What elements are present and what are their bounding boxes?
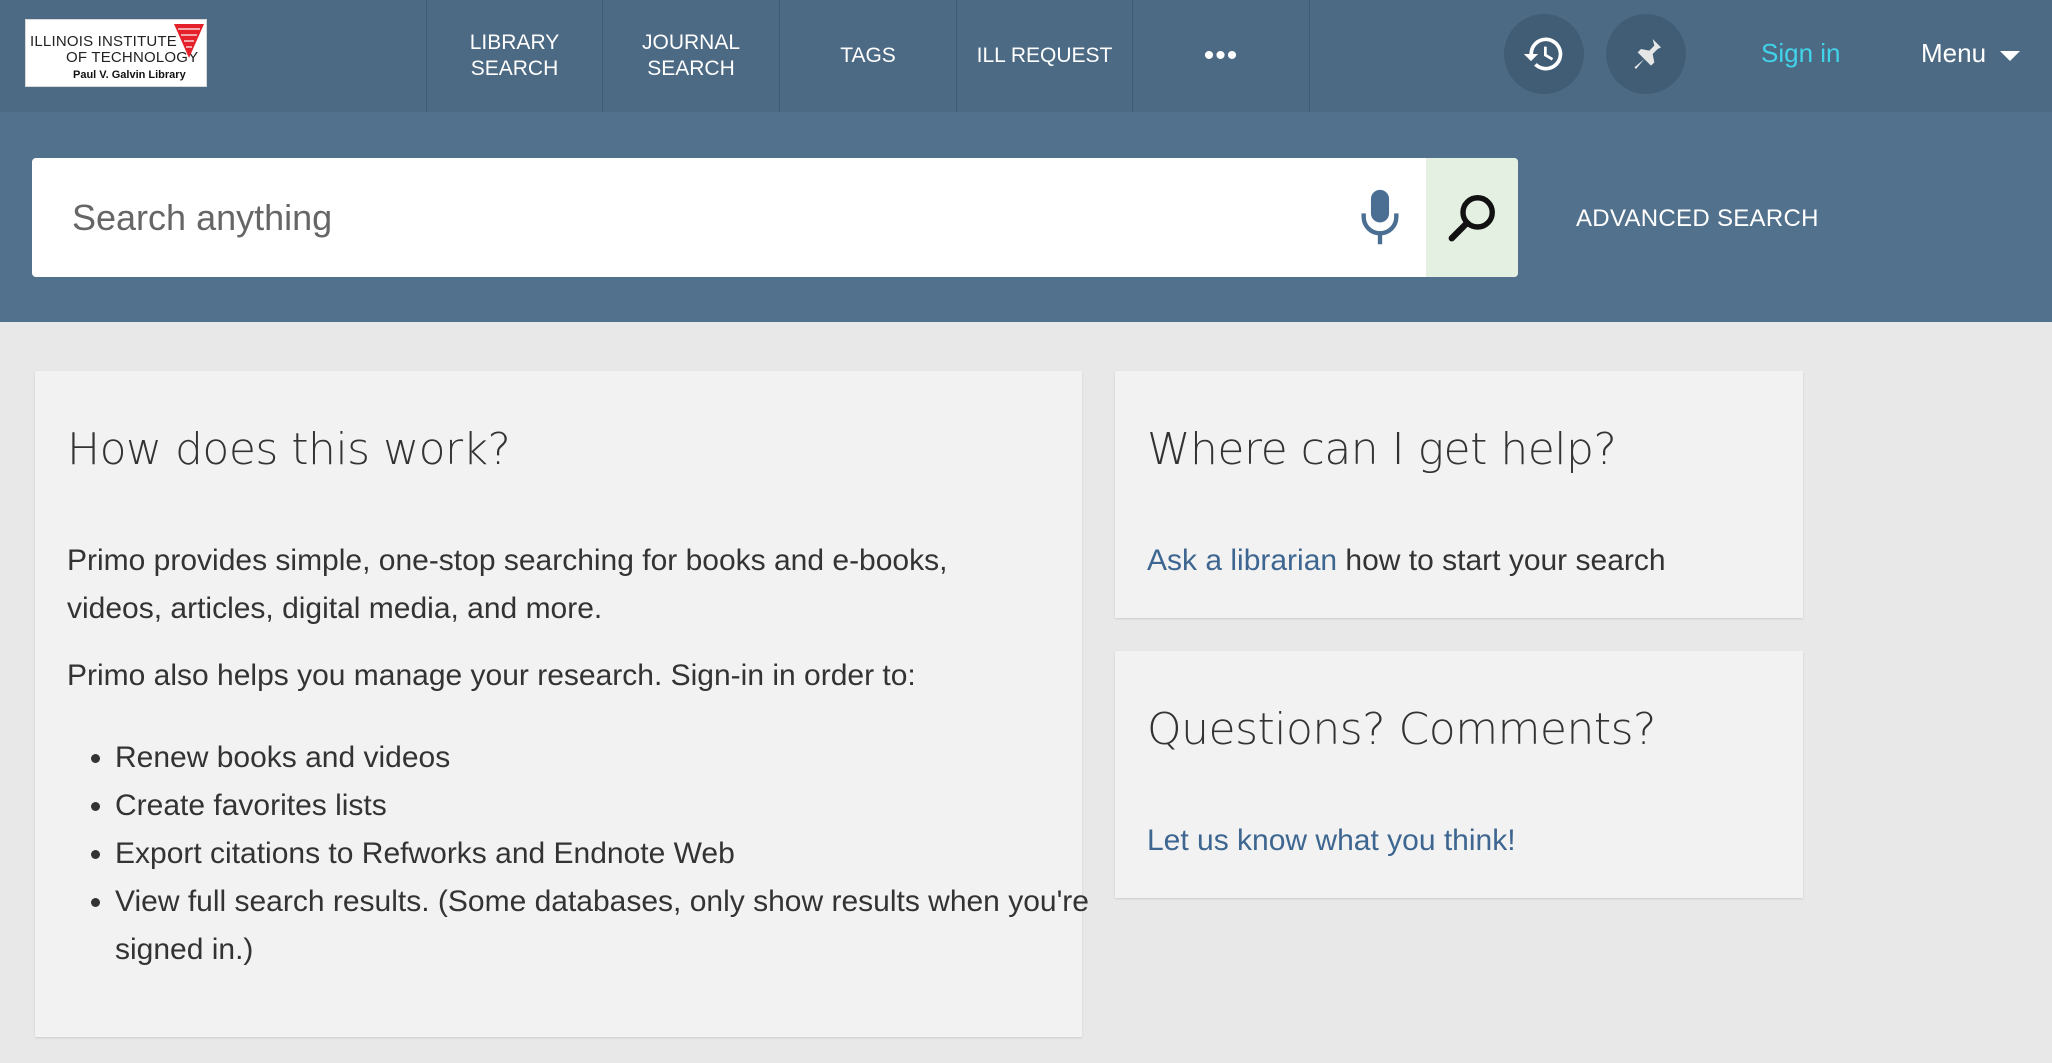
help-text-rest: how to start your search (1337, 544, 1666, 577)
nav-tags-label: TAGS (840, 44, 896, 67)
feedback-link[interactable]: Let us know what you think! (1147, 824, 1516, 857)
menu-button[interactable]: Menu (1921, 38, 2021, 69)
help-text: Ask a librarian how to start your search (1147, 537, 1787, 585)
library-logo[interactable]: ILLINOIS INSTITUTE OF TECHNOLOGY Paul V.… (25, 19, 207, 87)
list-item: Create favorites lists (115, 782, 1125, 830)
ask-librarian-link[interactable]: Ask a librarian (1147, 544, 1337, 577)
nav-ill-request[interactable]: ILL REQUEST (956, 0, 1132, 112)
how-it-works-title: How does this work? (67, 424, 511, 475)
nav-library-search-label: LIBRARY SEARCH (469, 31, 560, 80)
advanced-search-link[interactable]: ADVANCED SEARCH (1576, 205, 1819, 233)
how-it-works-card: How does this work? Primo provides simpl… (35, 371, 1089, 1037)
nav-library-search[interactable]: LIBRARY SEARCH (426, 0, 602, 112)
nav-journal-search[interactable]: JOURNAL SEARCH (602, 0, 779, 112)
nav-divider (1309, 0, 1310, 112)
top-bar: ILLINOIS INSTITUTE OF TECHNOLOGY Paul V.… (0, 0, 2052, 112)
nav-more-button[interactable]: ••• (1132, 0, 1309, 112)
microphone-icon (1361, 189, 1399, 245)
search-icon (1448, 194, 1495, 241)
feedback-card: Questions? Comments? Let us know what yo… (1115, 651, 1803, 898)
how-it-works-signin-text: Primo also helps you manage your researc… (67, 659, 916, 692)
search-box (32, 158, 1518, 277)
caret-down-icon (2000, 50, 2021, 61)
pin-icon (1634, 39, 1661, 69)
help-title: Where can I get help? (1147, 424, 1617, 475)
nav-tags[interactable]: TAGS (779, 0, 956, 112)
search-input[interactable] (32, 158, 1332, 277)
how-it-works-intro: Primo provides simple, one-stop searchin… (67, 544, 948, 625)
nav-journal-search-label: JOURNAL SEARCH (641, 31, 741, 80)
list-item: Export citations to Refworks and Endnote… (115, 830, 1125, 878)
list-item: Renew books and videos (115, 734, 1125, 782)
search-submit-button[interactable] (1426, 158, 1518, 277)
benefits-list: Renew books and videos Create favorites … (35, 734, 1125, 974)
menu-label: Menu (1921, 38, 1987, 68)
search-history-button[interactable] (1504, 14, 1584, 94)
nav-ill-request-label: ILL REQUEST (976, 44, 1113, 67)
pinned-items-button[interactable] (1606, 14, 1686, 94)
more-dots-icon: ••• (1203, 39, 1239, 72)
search-band: ADVANCED SEARCH (0, 112, 2052, 322)
logo-line-1: ILLINOIS INSTITUTE (30, 33, 177, 50)
sign-in-link[interactable]: Sign in (1761, 38, 1841, 69)
feedback-title: Questions? Comments? (1147, 704, 1656, 755)
logo-line-3: Paul V. Galvin Library (73, 69, 186, 81)
feedback-text: Let us know what you think! (1147, 817, 1787, 865)
help-card: Where can I get help? Ask a librarian ho… (1115, 371, 1803, 618)
history-icon (1523, 37, 1563, 71)
iit-triangle-icon (174, 24, 204, 58)
voice-search-button[interactable] (1350, 187, 1410, 247)
list-item: View full search results. (Some database… (115, 878, 1125, 974)
